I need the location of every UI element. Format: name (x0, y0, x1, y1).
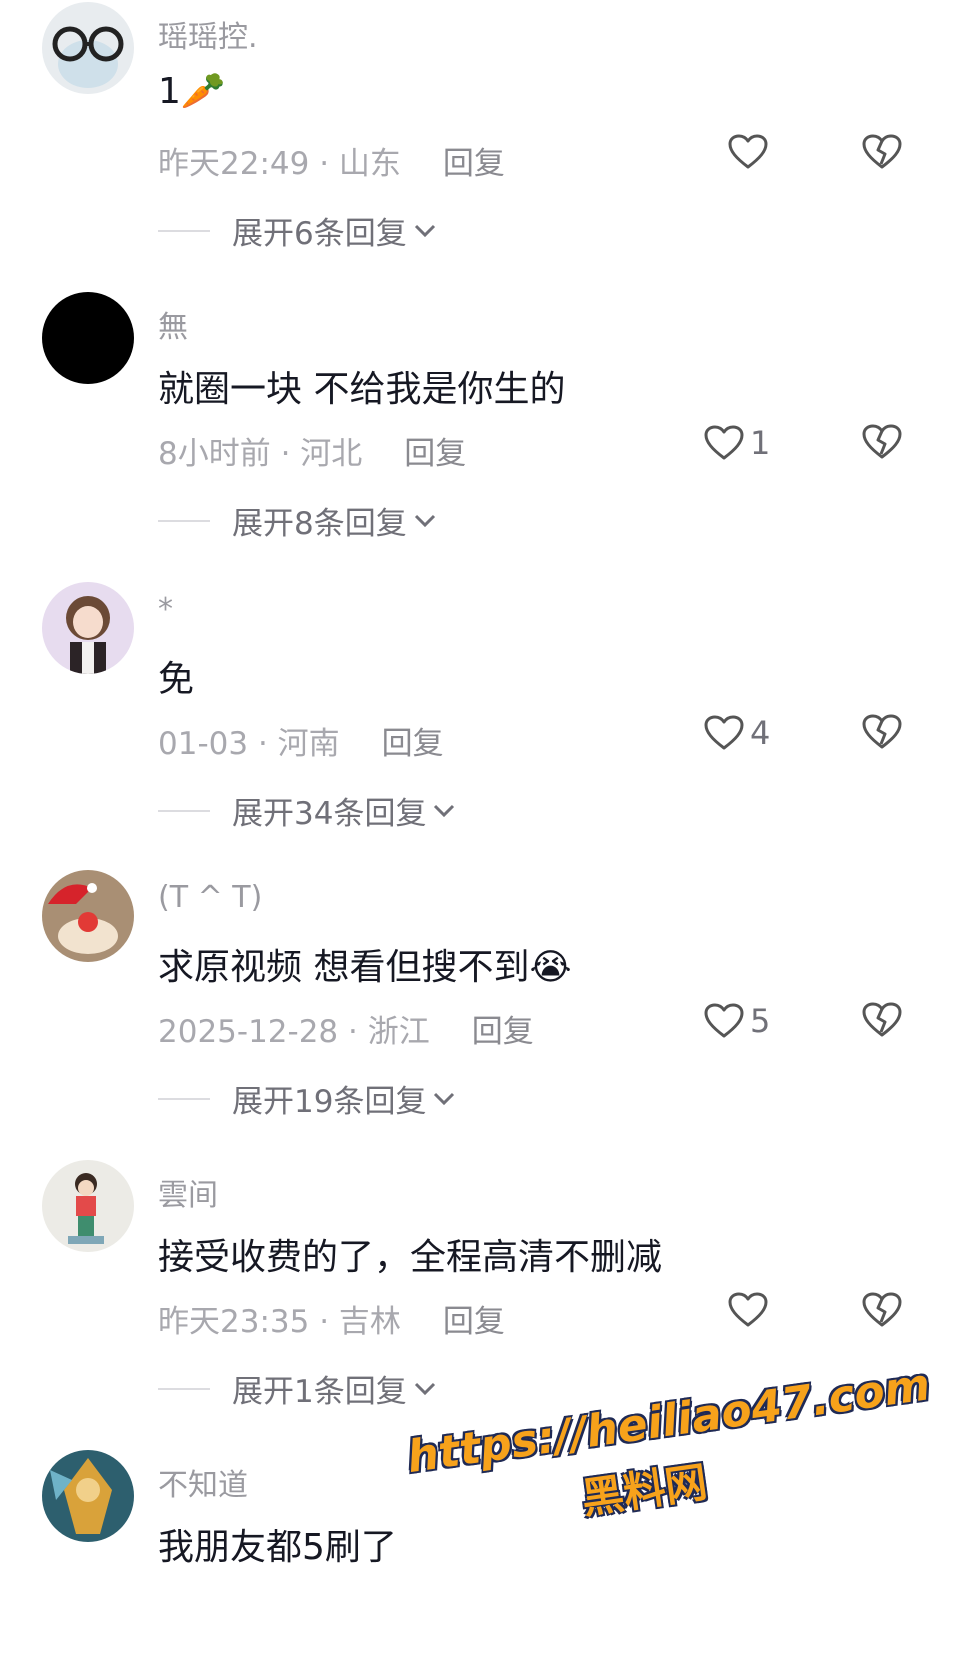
like-button[interactable] (728, 1292, 774, 1328)
username[interactable]: (T ^ T) (158, 880, 262, 915)
comment-meta: 2025-12-28 · 浙江 回复 (158, 1006, 534, 1051)
comment-text: 接受收费的了，全程高清不删减 (158, 1237, 663, 1278)
chevron-down-icon (414, 224, 435, 237)
location: 浙江 (367, 1014, 430, 1050)
like-count: 4 (750, 714, 771, 752)
dislike-button[interactable] (862, 1292, 902, 1332)
chevron-down-icon (434, 804, 455, 817)
location: 河南 (277, 726, 340, 762)
broken-heart-icon (862, 714, 902, 749)
timestamp: 昨天23:35 (158, 1304, 310, 1340)
username[interactable]: 瑶瑶控. (158, 12, 258, 56)
like-button[interactable] (728, 134, 774, 170)
expand-replies-button[interactable]: 展开19条回复 (158, 1076, 456, 1121)
timestamp: 8小时前 (158, 436, 271, 472)
avatar[interactable] (42, 1450, 134, 1542)
separator: · (309, 146, 339, 182)
location: 吉林 (338, 1304, 401, 1340)
username[interactable]: 無 (158, 302, 188, 346)
avatar[interactable] (42, 582, 134, 674)
timestamp: 01-03 (158, 726, 249, 762)
comment-meta: 8小时前 · 河北 回复 (158, 428, 466, 473)
expand-replies-button[interactable]: 展开6条回复 (158, 208, 437, 253)
chevron-down-icon (414, 514, 435, 527)
dislike-button[interactable] (862, 134, 902, 174)
expand-replies-label: 展开8条回复 (232, 506, 407, 542)
timestamp: 2025-12-28 (158, 1014, 339, 1050)
expand-replies-button[interactable]: 展开8条回复 (158, 498, 437, 543)
separator: · (270, 436, 301, 472)
divider (158, 809, 210, 812)
reply-button[interactable]: 回复 (382, 726, 444, 762)
heart-icon (704, 425, 744, 460)
heart-icon (728, 1292, 768, 1327)
divider (158, 229, 210, 232)
reply-button[interactable]: 回复 (472, 1014, 534, 1050)
broken-heart-icon (862, 1002, 902, 1037)
expand-replies-label: 展开1条回复 (232, 1374, 407, 1410)
comment-meta: 01-03 · 河南 回复 (158, 718, 444, 763)
dislike-button[interactable] (862, 714, 902, 754)
timestamp: 昨天22:49 (158, 146, 310, 182)
expand-replies-label: 展开19条回复 (232, 1084, 427, 1120)
broken-heart-icon (862, 1292, 902, 1327)
dislike-button[interactable] (862, 1002, 902, 1042)
avatar[interactable] (42, 1160, 134, 1252)
like-button[interactable]: 1 (704, 424, 770, 462)
heart-icon (728, 134, 768, 169)
chevron-down-icon (434, 1092, 455, 1105)
watermark: https://heiliao47.com 黑料网 (404, 1359, 933, 1550)
username[interactable]: * (158, 592, 173, 627)
divider (158, 519, 210, 522)
comment-meta: 昨天22:49 · 山东 回复 (158, 138, 505, 183)
comment-text: 1🥕 (158, 71, 226, 112)
broken-heart-icon (862, 424, 902, 459)
like-button[interactable]: 4 (704, 714, 770, 752)
expand-replies-label: 展开34条回复 (232, 796, 427, 832)
username[interactable]: 不知道 (158, 1460, 248, 1504)
heart-icon (704, 715, 744, 750)
comment-text: 免 (158, 659, 195, 700)
separator: · (309, 1304, 339, 1340)
like-count: 1 (750, 424, 771, 462)
comment-text: 求原视频 想看但搜不到😭 (158, 947, 572, 988)
dislike-button[interactable] (862, 424, 902, 464)
heart-icon (704, 1003, 744, 1038)
avatar[interactable] (42, 292, 134, 384)
expand-replies-button[interactable]: 展开34条回复 (158, 788, 456, 833)
like-button[interactable]: 5 (704, 1002, 770, 1040)
separator: · (338, 1014, 368, 1050)
expand-replies-label: 展开6条回复 (232, 216, 407, 252)
location: 山东 (338, 146, 401, 182)
like-count: 5 (750, 1002, 771, 1040)
comment-meta: 昨天23:35 · 吉林 回复 (158, 1296, 505, 1341)
chevron-down-icon (414, 1382, 435, 1395)
divider (158, 1387, 210, 1390)
reply-button[interactable]: 回复 (443, 146, 505, 182)
reply-button[interactable]: 回复 (404, 436, 466, 472)
avatar[interactable] (42, 870, 134, 962)
avatar[interactable] (42, 2, 134, 94)
separator: · (248, 726, 278, 762)
username[interactable]: 雲间 (158, 1170, 218, 1214)
comment-text: 我朋友都5刷了 (158, 1527, 397, 1568)
expand-replies-button[interactable]: 展开1条回复 (158, 1366, 437, 1411)
broken-heart-icon (862, 134, 902, 169)
location: 河北 (300, 436, 363, 472)
divider (158, 1097, 210, 1100)
comment-text: 就圈一块 不给我是你生的 (158, 369, 566, 410)
reply-button[interactable]: 回复 (443, 1304, 505, 1340)
